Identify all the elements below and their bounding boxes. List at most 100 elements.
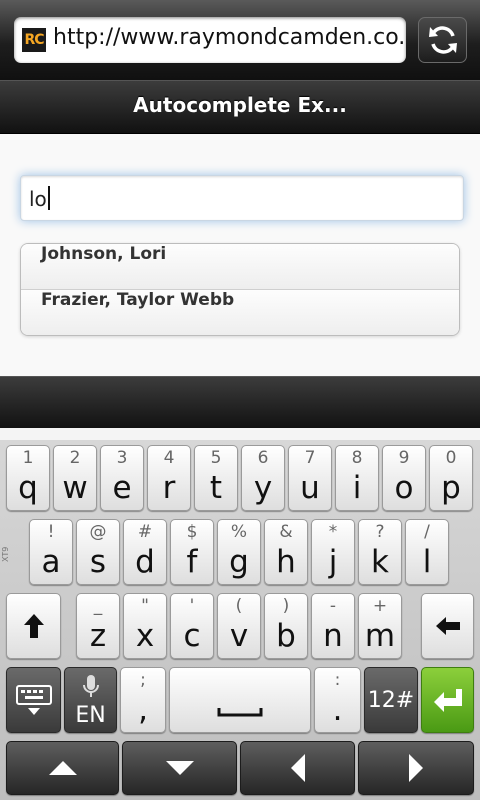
key-o[interactable]: 9o xyxy=(382,445,426,511)
backspace-arrow-icon xyxy=(435,617,460,635)
cursor-down-key[interactable] xyxy=(122,741,237,795)
key-primary-label: w xyxy=(62,470,88,506)
key-primary-label: z xyxy=(89,618,107,654)
keyboard-switch-key[interactable] xyxy=(6,667,61,733)
page-header: Autocomplete Ex... xyxy=(0,80,480,134)
key-primary-label: l xyxy=(422,544,432,580)
suggestion-item[interactable]: Johnson, Lori xyxy=(21,244,459,289)
key-secondary-label: 2 xyxy=(69,448,81,468)
key-primary-label: f xyxy=(186,544,198,580)
key-p[interactable]: 0p xyxy=(429,445,473,511)
key-m[interactable]: + m xyxy=(358,593,402,659)
key-secondary-label: 3 xyxy=(116,448,128,468)
key-primary-label: . xyxy=(332,692,343,728)
key-primary-label: u xyxy=(300,470,320,506)
key-v[interactable]: (v xyxy=(217,593,261,659)
language-label: EN xyxy=(75,703,106,728)
key-u[interactable]: 7u xyxy=(288,445,332,511)
key-primary-label: s xyxy=(89,544,107,580)
key-w[interactable]: 2w xyxy=(53,445,97,511)
key-h[interactable]: & h xyxy=(264,519,308,585)
page-background xyxy=(0,428,480,440)
period-key[interactable]: : . xyxy=(314,667,361,733)
url-field[interactable]: RC http://www.raymondcamden.co... xyxy=(14,17,406,63)
key-primary-label: g xyxy=(229,544,249,580)
key-secondary-label: ? xyxy=(375,522,385,542)
key-secondary-label: 5 xyxy=(210,448,222,468)
key-s[interactable]: @ s xyxy=(76,519,120,585)
key-primary-label: j xyxy=(328,544,338,580)
key-primary-label: a xyxy=(41,544,61,580)
cursor-right-key[interactable] xyxy=(358,741,474,795)
key-t[interactable]: 5t xyxy=(194,445,238,511)
key-secondary-label: 7 xyxy=(304,448,316,468)
space-key[interactable] xyxy=(169,667,311,733)
text-caret xyxy=(47,186,50,210)
key-g[interactable]: % g xyxy=(217,519,261,585)
cursor-up-key[interactable] xyxy=(6,741,119,795)
key-primary-label: y xyxy=(253,470,273,506)
key-secondary-label: : xyxy=(334,670,341,690)
key-primary-label: q xyxy=(18,470,38,506)
site-favicon-icon: RC xyxy=(22,28,46,52)
key-q[interactable]: 1q xyxy=(6,445,50,511)
refresh-icon xyxy=(429,26,457,54)
xt9-label: XT9 xyxy=(1,546,10,562)
page-content: lo Johnson, Lori Frazier, Taylor Webb xyxy=(0,134,480,376)
backspace-key[interactable] xyxy=(421,593,474,659)
key-primary-label: i xyxy=(352,470,362,506)
comma-key[interactable]: ; , xyxy=(120,667,166,733)
arrow-up-icon xyxy=(48,761,77,775)
key-secondary-label: 1 xyxy=(22,448,34,468)
symbols-label: 12# xyxy=(367,688,415,713)
symbols-key[interactable]: 12# xyxy=(364,667,418,733)
key-n[interactable]: -n xyxy=(311,593,355,659)
url-text[interactable]: http://www.raymondcamden.co... xyxy=(53,25,406,50)
suggestion-item[interactable]: Frazier, Taylor Webb xyxy=(21,289,459,335)
key-secondary-label: ( xyxy=(235,596,243,616)
language-mic-key[interactable]: EN xyxy=(64,667,117,733)
browser-url-bar: RC http://www.raymondcamden.co... xyxy=(0,0,480,80)
key-e[interactable]: 3e xyxy=(100,445,144,511)
key-secondary-label: 8 xyxy=(351,448,363,468)
key-primary-label: m xyxy=(364,618,396,654)
shift-key[interactable] xyxy=(6,593,61,659)
key-k[interactable]: ? k xyxy=(358,519,402,585)
page-footer xyxy=(0,376,480,429)
enter-arrow-icon xyxy=(433,689,462,712)
key-d[interactable]: # d xyxy=(123,519,167,585)
key-i[interactable]: 8i xyxy=(335,445,379,511)
search-input-value: lo xyxy=(29,187,47,211)
key-secondary-label: ' xyxy=(189,596,195,616)
key-primary-label: r xyxy=(162,470,176,506)
key-primary-label: b xyxy=(276,618,296,654)
arrow-right-icon xyxy=(409,754,423,782)
microphone-icon xyxy=(83,675,99,697)
key-l[interactable]: / l xyxy=(405,519,449,585)
key-j[interactable]: * j xyxy=(311,519,355,585)
key-primary-label: t xyxy=(209,470,223,506)
key-b[interactable]: ) b xyxy=(264,593,308,659)
key-secondary-label: 6 xyxy=(257,448,269,468)
autocomplete-suggestion-list: Johnson, Lori Frazier, Taylor Webb xyxy=(20,243,460,336)
key-r[interactable]: 4r xyxy=(147,445,191,511)
key-secondary-label: / xyxy=(424,522,430,542)
key-c[interactable]: ' c xyxy=(170,593,214,659)
key-secondary-label: ! xyxy=(47,522,55,542)
key-y[interactable]: 6y xyxy=(241,445,285,511)
keyboard-hide-icon xyxy=(15,685,52,715)
key-secondary-label: $ xyxy=(186,522,198,542)
refresh-button[interactable] xyxy=(418,17,467,63)
autocomplete-search-input[interactable]: lo xyxy=(20,175,464,221)
enter-key[interactable] xyxy=(421,667,474,733)
key-z[interactable]: _ z xyxy=(76,593,120,659)
shift-arrow-icon xyxy=(23,614,44,638)
key-x[interactable]: " x xyxy=(123,593,167,659)
key-secondary-label: " xyxy=(141,596,149,616)
key-primary-label: p xyxy=(441,470,461,506)
key-secondary-label: 9 xyxy=(398,448,410,468)
key-f[interactable]: $ f xyxy=(170,519,214,585)
space-bar-icon xyxy=(217,708,263,717)
key-a[interactable]: ! a xyxy=(29,519,73,585)
cursor-left-key[interactable] xyxy=(240,741,355,795)
